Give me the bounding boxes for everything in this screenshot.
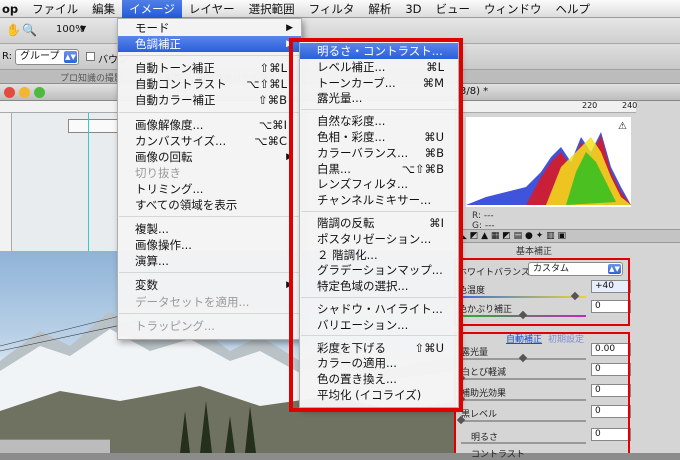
menu-item[interactable]: すべての領域を表示: [118, 197, 301, 213]
chevron-down-icon: ▲▼: [64, 51, 77, 63]
panel-ruler: 220 240: [456, 101, 638, 113]
menu-item[interactable]: 演算...: [118, 253, 301, 269]
zoom-tool-icon[interactable]: 🔍: [22, 23, 37, 37]
bounding-checkbox[interactable]: [86, 52, 95, 61]
menu-item[interactable]: 複製...: [118, 221, 301, 237]
menu-item-label: 演算...: [135, 254, 169, 269]
menubar-item[interactable]: 解析: [361, 0, 398, 18]
menu-item-label: すべての領域を表示: [135, 198, 238, 212]
menu-item: データセットを適用...: [118, 294, 301, 310]
menu-separator: [119, 312, 300, 314]
menu-item-shortcut: ⌥⌘C: [254, 133, 287, 148]
options-prefix-label: R:: [2, 51, 13, 62]
readout-r: R: ---: [472, 211, 494, 221]
tool-icons-strip[interactable]: [68, 119, 118, 133]
menubar-item[interactable]: ファイル: [25, 0, 85, 18]
panel-tab-icons[interactable]: ◣ ◩ ▲ ▦ ◩ ▤ ● ✦ ▥ ▣: [456, 229, 680, 243]
menu-item-label: 自動トーン補正: [135, 61, 215, 76]
menubar-item[interactable]: フィルタ: [302, 0, 362, 18]
menu-item-label: モード: [135, 21, 170, 35]
menu-item-label: 自動コントラスト: [135, 77, 227, 92]
menu-separator: [119, 111, 300, 113]
menubar-item[interactable]: ヘルプ: [549, 0, 598, 18]
menu-item-label: カンバスサイズ...: [135, 133, 227, 148]
histogram: ⚠: [466, 117, 631, 207]
menu-item[interactable]: 自動カラー補正 ⇧⌘B: [118, 92, 301, 108]
highlight-frame-tone: [454, 332, 630, 453]
zoom-dropdown-icon[interactable]: ▼: [80, 24, 86, 33]
hand-tool-icon[interactable]: ✋: [6, 23, 21, 37]
menubar-item[interactable]: 3D: [398, 0, 428, 18]
menu-item-shortcut: ⇧⌘B: [257, 93, 287, 108]
menu-separator: [119, 55, 300, 57]
menu-item[interactable]: 変数 ▶: [118, 277, 301, 293]
menu-item[interactable]: トリミング...: [118, 181, 301, 197]
basic-adjust-tab-icon[interactable]: ◣ ◩ ▲ ▦ ◩ ▤ ● ✦ ▥ ▣: [460, 231, 566, 241]
menu-bar: op ファイル 編集 イメージ レイヤー 選択範囲 フィルタ 解析 3D ビュー ウィンドウ ヘルプ: [0, 0, 680, 18]
menu-item-label: トリミング...: [135, 181, 204, 196]
menu-item-label: 切り抜き: [135, 165, 181, 180]
ruler-tick-240: 240: [622, 101, 638, 110]
menu-item[interactable]: 画像操作...: [118, 237, 301, 253]
panel-section-header: 基本補正: [516, 247, 553, 257]
image-menu: モード ▶ 色調補正 ▶ 自動トーン補正 ⇧⌘L 自動コントラスト ⌥⇧⌘L 自動カラー補正 ⇧⌘…: [117, 18, 302, 340]
menubar-item[interactable]: ウィンドウ: [477, 0, 549, 18]
menu-separator: [119, 216, 300, 218]
menu-item[interactable]: 自動コントラスト ⌥⇧⌘L: [118, 76, 301, 92]
menu-item: トラッピング...: [118, 318, 301, 334]
menubar-item[interactable]: ビュー: [429, 0, 478, 18]
menu-item-label: 色調補正: [135, 37, 181, 52]
menu-item-label: 画像解像度...: [135, 117, 204, 132]
document-title: 3/8) *: [460, 86, 489, 97]
group-select[interactable]: グループ ▲▼: [15, 49, 79, 65]
zoom-window-button[interactable]: [34, 87, 45, 98]
menu-item-label: 変数: [135, 278, 158, 293]
menu-item[interactable]: 自動トーン補正 ⇧⌘L: [118, 60, 301, 76]
ruler-tick-220: 220: [582, 101, 598, 110]
menu-item-label: トラッピング...: [135, 318, 215, 333]
close-window-button[interactable]: [4, 87, 15, 98]
menubar-item[interactable]: イメージ: [122, 0, 182, 18]
menu-item[interactable]: モード ▶: [118, 20, 301, 36]
menu-item[interactable]: 画像解像度... ⌥⌘I: [118, 117, 301, 133]
menu-separator: [119, 272, 300, 274]
menubar-item[interactable]: 編集: [85, 0, 122, 18]
menu-item-label: データセットを適用...: [135, 294, 250, 309]
menu-item: 切り抜き: [118, 165, 301, 181]
menu-item[interactable]: カンバスサイズ... ⌥⌘C: [118, 133, 301, 149]
menu-item-label: 画像の回転: [135, 149, 193, 164]
menu-item-shortcut: ⌥⇧⌘L: [246, 77, 287, 92]
submenu-arrow-icon: ▶: [286, 23, 293, 33]
canvas-status-bar: [0, 439, 110, 453]
group-select-value: グループ: [20, 51, 60, 62]
menu-item-label: 複製...: [135, 222, 169, 237]
menu-item-shortcut: ⇧⌘L: [259, 61, 287, 76]
app-menu[interactable]: op: [0, 0, 25, 18]
menubar-item[interactable]: レイヤー: [182, 0, 242, 18]
menu-item-shortcut: ⌥⌘I: [258, 117, 287, 132]
minimize-window-button[interactable]: [19, 87, 30, 98]
highlight-frame-submenu: [289, 38, 463, 412]
menu-item[interactable]: 色調補正 ▶: [118, 36, 301, 53]
menu-item-label: 自動カラー補正: [135, 93, 216, 108]
menu-item[interactable]: 画像の回転 ▶: [118, 149, 301, 165]
menubar-item[interactable]: 選択範囲: [242, 0, 302, 18]
histogram-warning-icon[interactable]: ⚠: [618, 121, 627, 132]
menu-item-label: 画像操作...: [135, 238, 192, 253]
highlight-frame-wb: [454, 258, 630, 326]
